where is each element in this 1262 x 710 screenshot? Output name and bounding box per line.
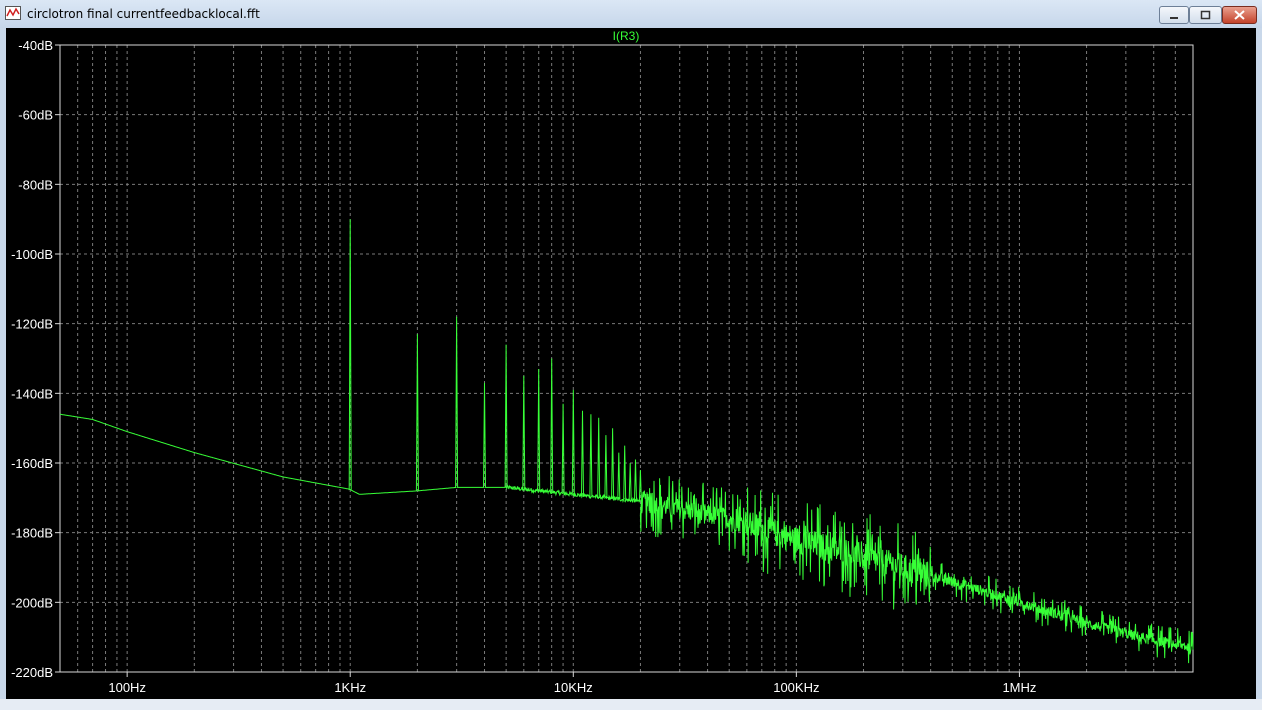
window-title: circlotron final currentfeedbacklocal.ff… (27, 7, 260, 21)
plot-frame (59, 44, 1194, 673)
y-axis-ticks: -40dB -60dB -80dB -100dB -120dB -140dB -160dB -… (11, 38, 60, 680)
fft-plot[interactable]: -40dB -60dB -80dB -100dB -120dB -140dB -160dB -… (6, 28, 1256, 699)
close-button[interactable] (1222, 6, 1257, 24)
y-tick-label: -120dB (11, 317, 53, 332)
y-tick-label: -160dB (11, 456, 53, 471)
title-bar[interactable]: circlotron final currentfeedbacklocal.ff… (0, 0, 1262, 28)
grid-lines (59, 44, 1194, 673)
x-axis-ticks: 100Hz 1KHz 10KHz 100KHz 1MHz (108, 672, 1036, 695)
maximize-button[interactable] (1189, 6, 1222, 24)
trace-i-r3 (59, 219, 1194, 664)
x-tick-label: 1MHz (1002, 680, 1036, 695)
x-tick-label: 100KHz (773, 680, 819, 695)
x-tick-label: 1KHz (334, 680, 366, 695)
maximize-icon (1200, 10, 1211, 20)
y-tick-label: -40dB (18, 38, 53, 53)
y-tick-label: -80dB (18, 177, 53, 192)
x-tick-label: 10KHz (554, 680, 593, 695)
y-tick-label: -200dB (11, 595, 53, 610)
status-strip (0, 699, 1262, 710)
minimize-button[interactable] (1159, 6, 1189, 24)
waveform-window: circlotron final currentfeedbacklocal.ff… (0, 0, 1262, 710)
y-tick-label: -100dB (11, 247, 53, 262)
y-tick-label: -220dB (11, 665, 53, 680)
y-tick-label: -140dB (11, 386, 53, 401)
minimize-icon (1170, 17, 1178, 19)
trace-title[interactable]: I(R3) (613, 29, 640, 43)
waveform-viewer-icon (5, 6, 21, 20)
close-icon (1234, 10, 1245, 20)
y-tick-label: -180dB (11, 526, 53, 541)
plot-area[interactable]: -40dB -60dB -80dB -100dB -120dB -140dB -160dB -… (6, 28, 1256, 699)
y-tick-label: -60dB (18, 108, 53, 123)
x-tick-label: 100Hz (108, 680, 146, 695)
